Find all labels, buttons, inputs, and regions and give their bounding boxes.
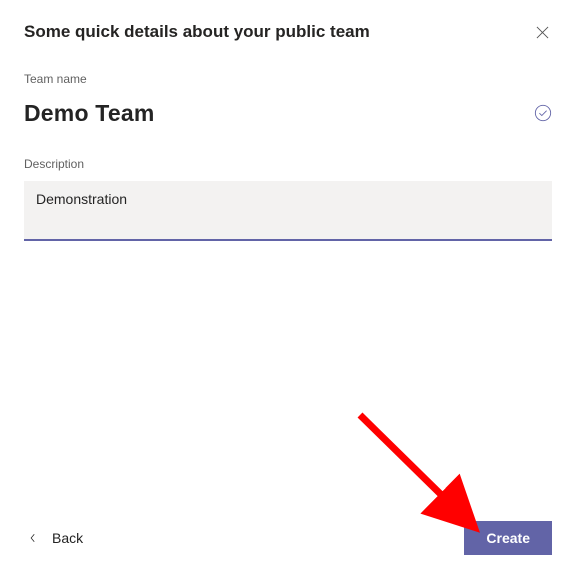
dialog-header: Some quick details about your public tea… [24, 20, 552, 44]
create-team-dialog: Some quick details about your public tea… [0, 0, 576, 579]
close-button[interactable] [532, 22, 552, 42]
description-label: Description [24, 157, 552, 171]
create-button[interactable]: Create [464, 521, 552, 555]
dialog-title: Some quick details about your public tea… [24, 20, 370, 44]
chevron-left-icon [28, 533, 38, 543]
team-name-label: Team name [24, 72, 552, 86]
team-name-input[interactable]: Demo Team [24, 100, 154, 127]
checkmark-icon [534, 104, 552, 122]
description-input[interactable] [24, 181, 552, 241]
back-button-label: Back [52, 530, 83, 546]
team-name-row: Demo Team [24, 100, 552, 127]
back-button[interactable]: Back [24, 524, 87, 552]
close-icon [536, 26, 549, 39]
dialog-footer: Back Create [24, 521, 552, 555]
